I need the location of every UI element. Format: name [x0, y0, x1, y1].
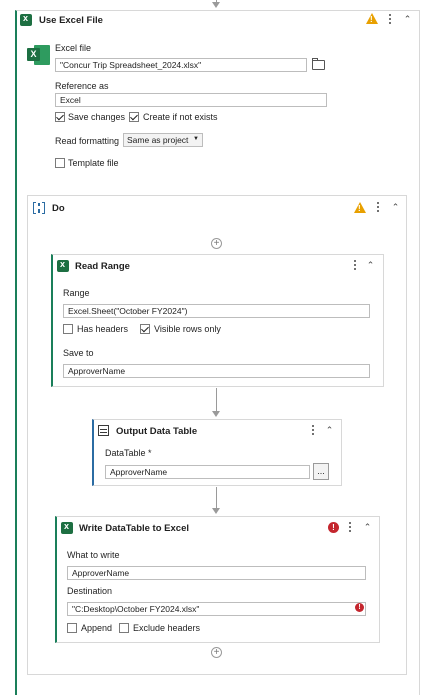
destination-label: Destination: [67, 586, 113, 596]
more-options-icon[interactable]: [389, 14, 392, 25]
has-headers-label: Has headers: [77, 324, 129, 334]
collapse-icon[interactable]: ⌃: [403, 15, 412, 24]
has-headers-checkbox[interactable]: [63, 324, 73, 334]
output-data-table-icon: [98, 425, 109, 436]
do-collapse-icon[interactable]: ⌃: [391, 203, 400, 212]
folder-icon[interactable]: [312, 58, 325, 70]
reference-as-label: Reference as: [55, 81, 109, 91]
read-range-excel-icon: [57, 259, 69, 272]
add-activity-icon[interactable]: +: [211, 238, 222, 249]
read-formatting-dropdown[interactable]: Same as project ▼: [123, 133, 203, 147]
range-label: Range: [63, 288, 90, 298]
save-to-input[interactable]: ApproverName: [63, 364, 370, 378]
write-dt-collapse-icon[interactable]: ⌃: [363, 523, 372, 532]
exclude-headers-label: Exclude headers: [133, 623, 201, 633]
append-label: Append: [81, 623, 113, 633]
read-formatting-label: Read formatting: [55, 136, 120, 146]
what-to-write-label: What to write: [67, 550, 120, 560]
create-if-not-exists-label: Create if not exists: [143, 112, 218, 122]
template-file-label: Template file: [68, 158, 119, 168]
output-dt-collapse-icon[interactable]: ⌃: [325, 426, 334, 435]
do-more-options-icon[interactable]: [377, 202, 380, 213]
visible-rows-checkbox[interactable]: [140, 324, 150, 334]
excel-icon: [20, 13, 32, 26]
destination-error-icon[interactable]: !: [355, 603, 364, 612]
save-to-label: Save to: [63, 348, 94, 358]
exclude-headers-checkbox[interactable]: [119, 623, 129, 633]
do-warning-icon[interactable]: [354, 202, 366, 213]
do-block-title: Do: [52, 203, 65, 214]
output-dt-more-icon[interactable]: [312, 425, 315, 436]
read-range-title: Read Range: [75, 261, 130, 272]
excel-file-input[interactable]: "Concur Trip Spreadsheet_2024.xlsx": [55, 58, 307, 72]
what-to-write-input[interactable]: ApproverName: [67, 566, 366, 580]
connector-arrow: [212, 411, 220, 417]
read-range-more-icon[interactable]: [354, 260, 357, 271]
output-data-table-title: Output Data Table: [116, 426, 198, 437]
append-checkbox[interactable]: [67, 623, 77, 633]
read-range-collapse-icon[interactable]: ⌃: [366, 261, 375, 270]
chevron-down-icon: ▼: [193, 136, 199, 142]
connector-arrow-2: [212, 508, 220, 514]
connector-line: [216, 388, 217, 412]
create-if-not-exists-checkbox[interactable]: [129, 112, 139, 122]
datatable-label: DataTable *: [105, 448, 152, 458]
write-datatable-title: Write DataTable to Excel: [79, 523, 189, 534]
connector-line-2: [216, 487, 217, 509]
use-excel-file-title: Use Excel File: [39, 15, 103, 26]
destination-input[interactable]: "C:Desktop\October FY2024.xlsx": [67, 602, 366, 616]
range-input[interactable]: Excel.Sheet("October FY2024"): [63, 304, 370, 318]
excel-file-icon: X: [27, 44, 51, 66]
error-icon[interactable]: !: [328, 522, 339, 533]
reference-as-input[interactable]: Excel: [55, 93, 327, 107]
save-changes-label: Save changes: [68, 112, 126, 122]
browse-button[interactable]: ...: [313, 463, 329, 480]
warning-icon[interactable]: [366, 13, 378, 24]
excel-file-label: Excel file: [55, 43, 92, 53]
top-connector-arrow: [212, 2, 220, 8]
write-dt-more-icon[interactable]: [349, 522, 352, 533]
sequence-icon: [33, 202, 45, 214]
read-formatting-value: Same as project: [127, 135, 189, 145]
add-activity-bottom-icon[interactable]: +: [211, 647, 222, 658]
save-changes-checkbox[interactable]: [55, 112, 65, 122]
visible-rows-label: Visible rows only: [154, 324, 221, 334]
datatable-input[interactable]: ApproverName: [105, 465, 310, 479]
write-dt-excel-icon: [61, 521, 73, 534]
template-file-checkbox[interactable]: [55, 158, 65, 168]
